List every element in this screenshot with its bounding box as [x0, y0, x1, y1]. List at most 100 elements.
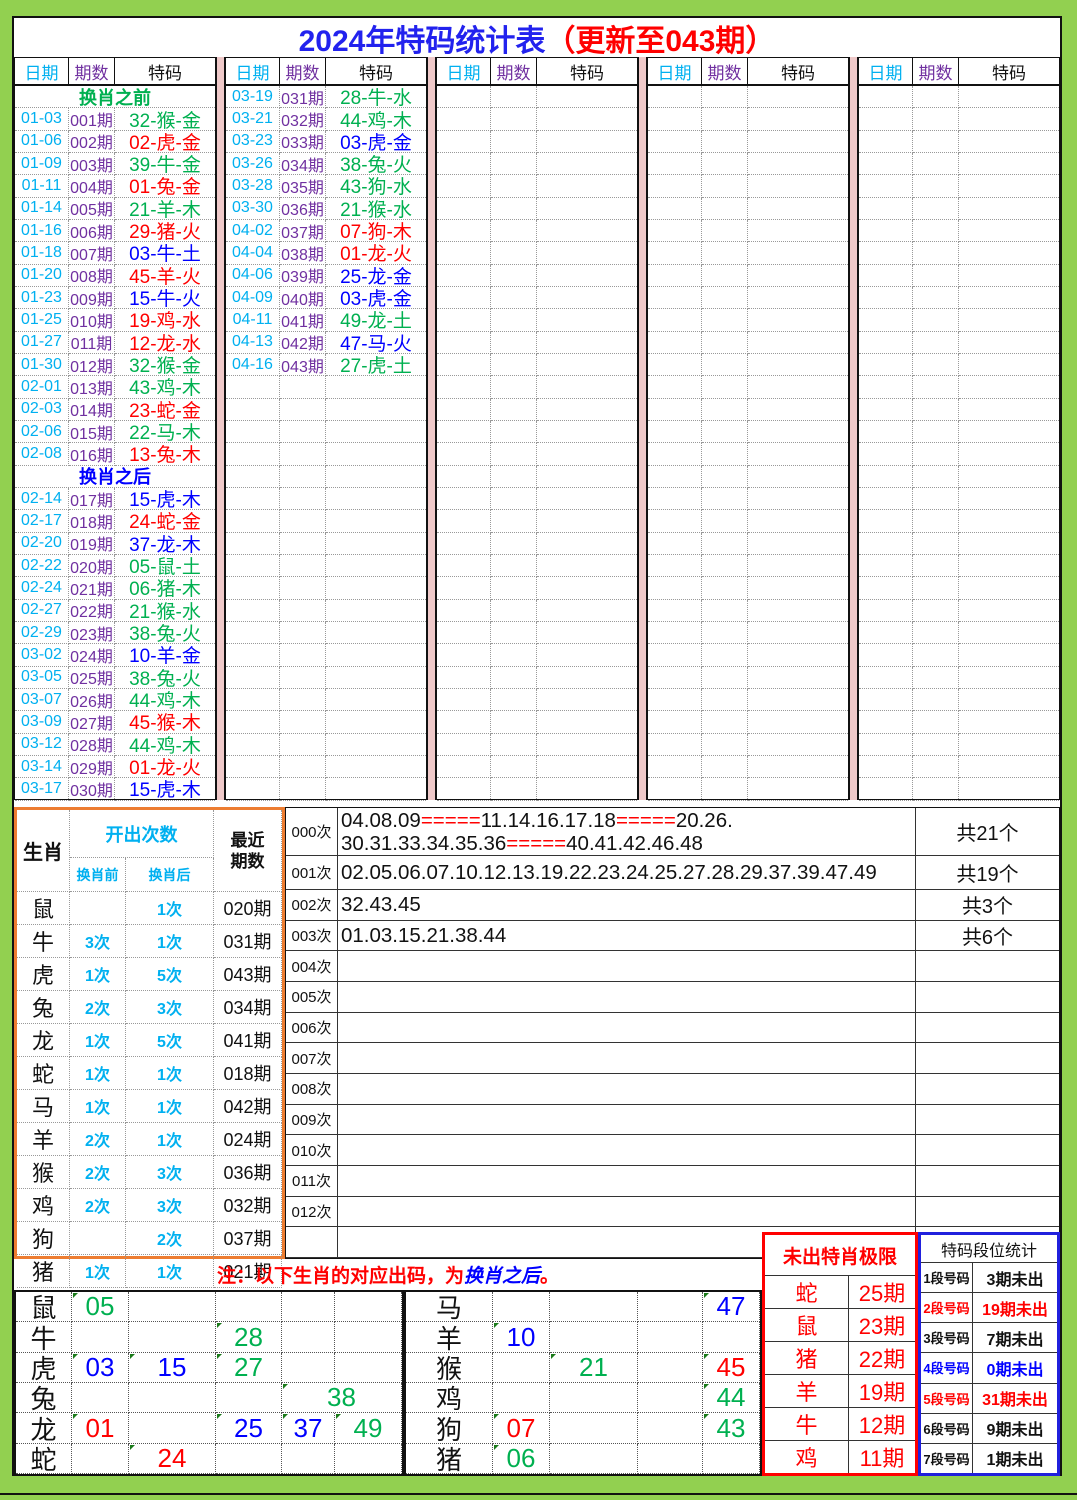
- period-cell: [913, 332, 959, 354]
- period-cell: 003期: [69, 153, 115, 175]
- period-cell: 022期: [69, 600, 115, 622]
- code-cell: 15-虎-木: [115, 488, 215, 510]
- date-cell: 03-09: [15, 711, 69, 733]
- empty-row: [648, 198, 848, 220]
- stats-zodiac-header: 生肖: [17, 810, 70, 892]
- frequency-numbers: 02.05.06.07.10.12.13.19.22.23.24.25.27.2…: [338, 861, 877, 884]
- date-cell: 03-26: [226, 153, 280, 175]
- period-cell: [702, 778, 748, 800]
- code-cell: [748, 533, 848, 555]
- unout-periods-cell: 25期: [849, 1276, 915, 1308]
- code-cell: 05-鼠-土: [115, 555, 215, 577]
- date-cell: [648, 756, 702, 778]
- date-cell: [437, 287, 491, 309]
- date-cell: 01-20: [15, 265, 69, 287]
- date-cell: [859, 108, 913, 130]
- empty-row: [648, 376, 848, 398]
- date-cell: 01-25: [15, 309, 69, 331]
- code-cell: 47-马-火: [326, 332, 426, 354]
- group-separator: [427, 57, 436, 800]
- period-cell: [702, 577, 748, 599]
- code-cell: 32-猴-金: [115, 354, 215, 376]
- stats-after-count-cell: 1次: [126, 1123, 214, 1156]
- period-cell: 001期: [69, 108, 115, 130]
- number-cell: 24: [129, 1444, 216, 1474]
- period-cell: [491, 131, 537, 153]
- frequency-count-cell: [916, 1166, 1059, 1197]
- date-cell: [437, 421, 491, 443]
- number-cell: 44: [703, 1383, 760, 1413]
- period-cell: 019期: [69, 533, 115, 555]
- segment-label-cell: 3段号码: [921, 1323, 973, 1352]
- frequency-numbers-segment: 20.26.: [676, 809, 733, 832]
- code-cell: [326, 689, 426, 711]
- empty-number-cell: [703, 1444, 760, 1474]
- date-cell: [859, 622, 913, 644]
- date-cell: [437, 220, 491, 242]
- date-cell: [437, 354, 491, 376]
- code-cell: [959, 309, 1059, 331]
- code-cell: 43-狗-水: [326, 175, 426, 197]
- period-cell: [491, 756, 537, 778]
- zodiac-label-cell: 鸡: [406, 1383, 493, 1413]
- date-cell: [648, 555, 702, 577]
- period-cell: 030期: [69, 778, 115, 800]
- empty-row: [859, 421, 1059, 443]
- table-row: 01-16006期29-猪-火: [15, 220, 215, 242]
- empty-row: [226, 376, 426, 398]
- date-cell: [437, 555, 491, 577]
- code-cell: 21-羊-木: [115, 198, 215, 220]
- code-cell: [537, 734, 637, 756]
- period-cell: [913, 220, 959, 242]
- table-row: 04-04038期01-龙-火: [226, 242, 426, 264]
- stats-before-count-cell: 2次: [70, 1156, 126, 1189]
- empty-row: [648, 131, 848, 153]
- code-cell: [326, 376, 426, 398]
- stats-zodiac-cell: 鸡: [17, 1189, 70, 1222]
- empty-row: [859, 399, 1059, 421]
- empty-row: [859, 287, 1059, 309]
- code-cell: 38-兔-火: [115, 622, 215, 644]
- code-cell: [326, 510, 426, 532]
- empty-row: [437, 667, 637, 689]
- empty-number-cell: [335, 1292, 402, 1322]
- date-cell: [226, 622, 280, 644]
- date-cell: [648, 332, 702, 354]
- period-cell: [913, 577, 959, 599]
- table-row: 02-14017期15-虎-木: [15, 488, 215, 510]
- date-cell: [226, 533, 280, 555]
- period-cell: [913, 309, 959, 331]
- code-cell: 12-龙-水: [115, 332, 215, 354]
- stats-after-count-cell: 1次: [126, 925, 214, 958]
- date-cell: [226, 689, 280, 711]
- empty-row: [648, 287, 848, 309]
- period-cell: 028期: [69, 734, 115, 756]
- period-cell: 017期: [69, 488, 115, 510]
- date-cell: [437, 265, 491, 287]
- period-cell: [491, 533, 537, 555]
- empty-row: [226, 533, 426, 555]
- stats-after-count-cell: 1次: [126, 1090, 214, 1123]
- period-cell: 014期: [69, 399, 115, 421]
- empty-row: [648, 533, 848, 555]
- empty-row: [859, 443, 1059, 465]
- period-cell: [702, 153, 748, 175]
- period-cell: [491, 376, 537, 398]
- unout-zodiac-cell: 鼠: [765, 1309, 849, 1341]
- empty-row: [226, 421, 426, 443]
- number-cell: 25: [216, 1413, 282, 1443]
- empty-row: [859, 265, 1059, 287]
- empty-row: [226, 399, 426, 421]
- stats-zodiac-cell: 蛇: [17, 1057, 70, 1090]
- date-cell: [648, 533, 702, 555]
- empty-row: [226, 466, 426, 488]
- period-cell: [702, 354, 748, 376]
- unout-periods-cell: 12期: [849, 1408, 915, 1440]
- frequency-count-cell: [916, 1013, 1059, 1044]
- empty-row: [437, 108, 637, 130]
- code-cell: [748, 108, 848, 130]
- bottom-border-line: [0, 1493, 1077, 1495]
- period-cell: [280, 734, 326, 756]
- date-cell: [437, 131, 491, 153]
- code-cell: [959, 488, 1059, 510]
